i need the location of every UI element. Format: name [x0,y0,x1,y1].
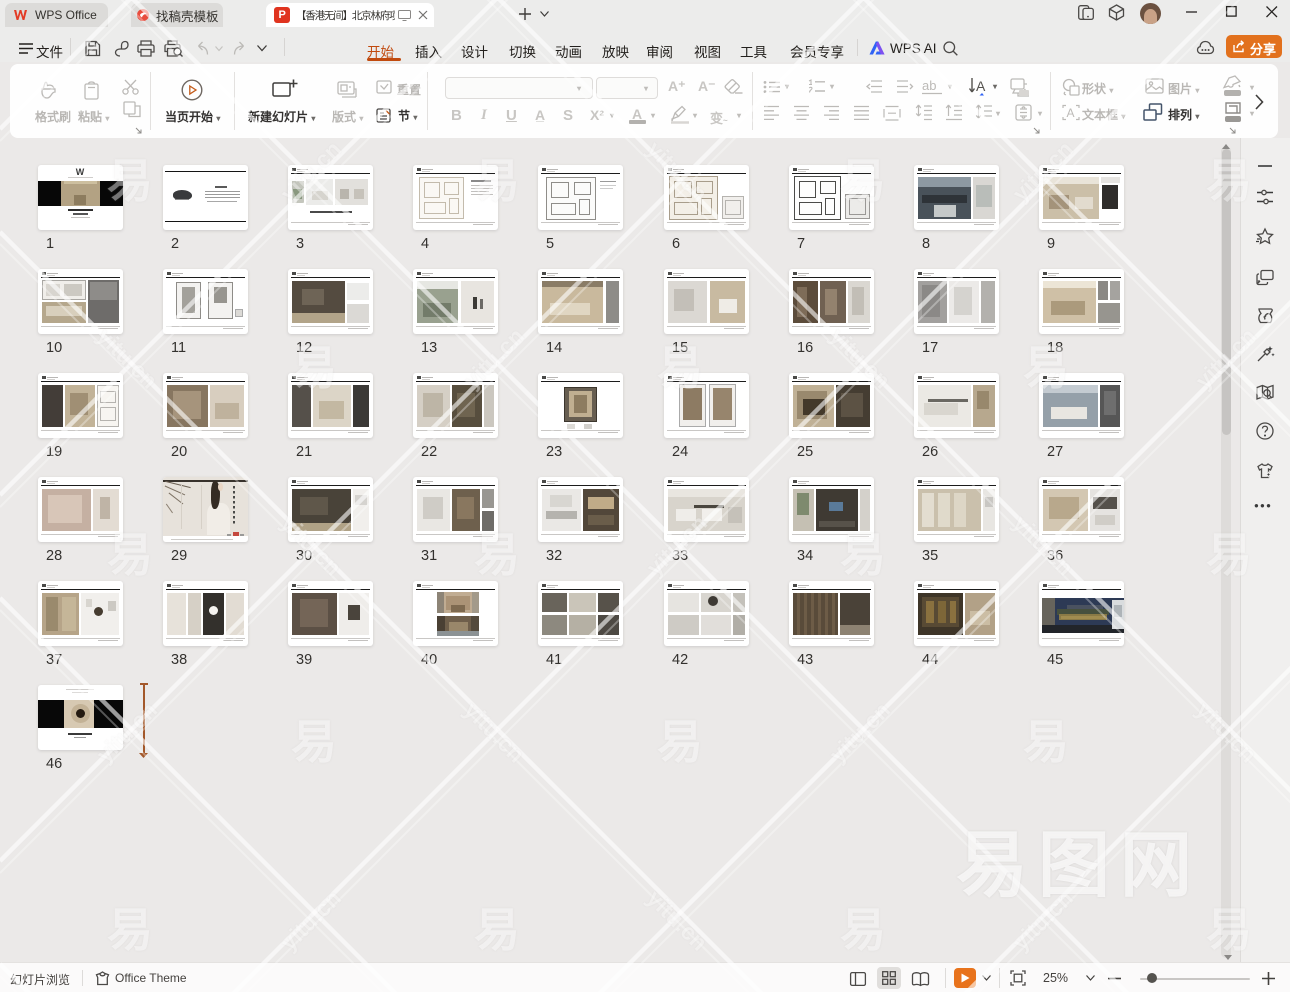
svg-text:ab: ab [922,78,936,93]
svg-text:A: A [976,78,986,94]
svg-text:A: A [1067,106,1075,120]
